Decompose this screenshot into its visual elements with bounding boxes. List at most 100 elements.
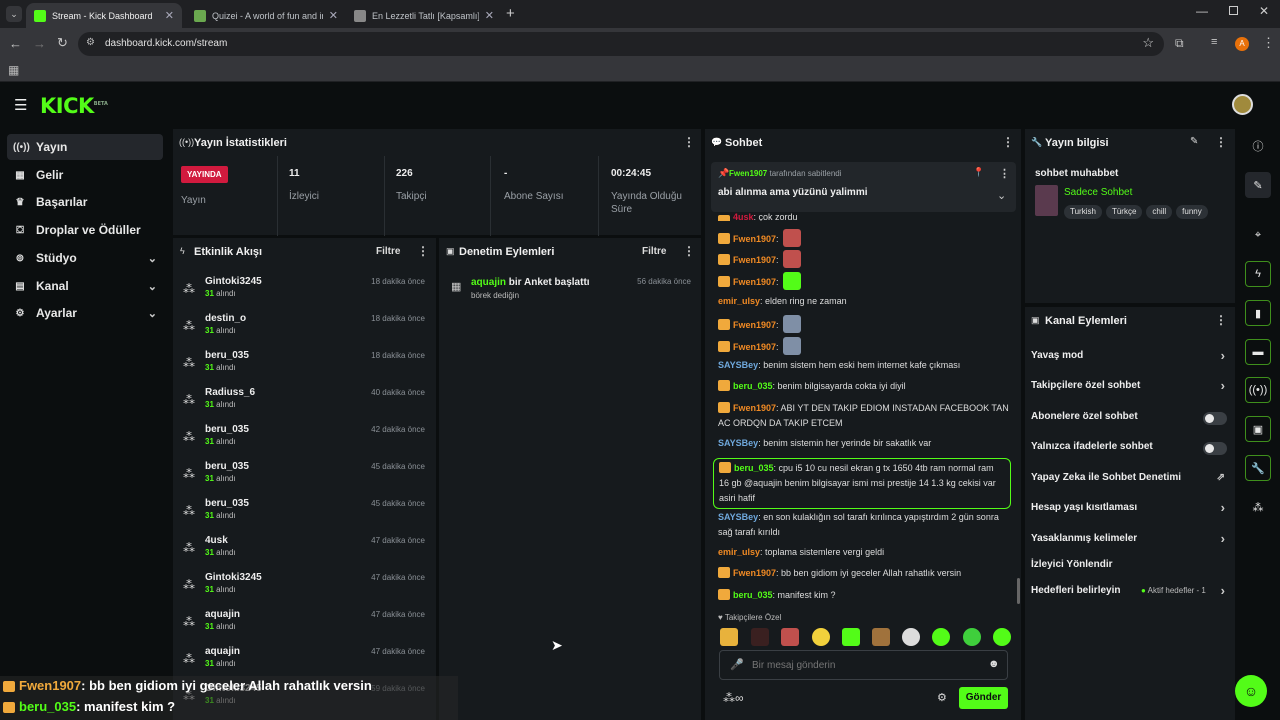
kick-logo[interactable]: KICKBETA: [40, 94, 108, 118]
profile-avatar[interactable]: A: [1235, 37, 1249, 51]
event-username[interactable]: aquajin: [205, 646, 240, 657]
subscribers-chat-toggle[interactable]: [1203, 412, 1227, 425]
focus-icon[interactable]: ⌖: [1245, 222, 1271, 248]
channel-action-banned-words[interactable]: Yasaklanmış kelimeler ›: [1031, 531, 1227, 553]
reload-icon[interactable]: ↻: [57, 35, 68, 51]
channel-action-followers-chat[interactable]: Takipçilere özel sohbet ›: [1031, 378, 1227, 400]
moderation-actor[interactable]: aquajin: [471, 277, 506, 288]
chat-input-box[interactable]: 🎤 ☻: [719, 650, 1008, 680]
emote-icon[interactable]: [872, 628, 890, 646]
apps-grid-icon[interactable]: ▦: [8, 63, 19, 77]
chat-username[interactable]: beru_035: [733, 381, 773, 391]
support-chat-button[interactable]: ☺: [1235, 675, 1267, 707]
emote-icon[interactable]: [932, 628, 950, 646]
unpin-icon[interactable]: 📍: [973, 167, 984, 178]
chat-username[interactable]: beru_035: [733, 590, 773, 600]
edit-icon[interactable]: ✎: [1245, 172, 1271, 198]
chat-panel-icon[interactable]: ▬: [1245, 339, 1271, 365]
pinned-by-user[interactable]: Fwen1907: [729, 169, 767, 178]
chat-username[interactable]: Fwen1907: [733, 234, 776, 244]
channel-actions-menu-icon[interactable]: ⋮: [1215, 313, 1227, 327]
channel-action-slow-mode[interactable]: Yavaş mod ›: [1031, 348, 1227, 370]
chevron-down-icon[interactable]: ⌄: [997, 189, 1006, 202]
sidebar-item-yayin[interactable]: ((•)) Yayın: [7, 134, 163, 160]
event-username[interactable]: beru_035: [205, 498, 249, 509]
event-username[interactable]: Radiuss_6: [205, 387, 255, 398]
broadcast-panel-icon[interactable]: ((•)): [1245, 377, 1271, 403]
event-username[interactable]: Gintoki3245: [205, 572, 262, 583]
new-tab-button[interactable]: +: [506, 5, 515, 22]
extensions-icon[interactable]: ⧉: [1175, 36, 1184, 51]
close-tab-icon[interactable]: ✕: [485, 9, 494, 22]
microphone-icon[interactable]: 🎤: [730, 658, 744, 671]
category-thumbnail[interactable]: [1035, 185, 1058, 216]
close-tab-icon[interactable]: ✕: [165, 9, 174, 22]
emoji-picker-icon[interactable]: ☻: [988, 658, 1000, 670]
back-icon[interactable]: ←: [9, 36, 22, 51]
event-username[interactable]: beru_035: [205, 350, 249, 361]
event-username[interactable]: aquajin: [205, 609, 240, 620]
pinned-menu-icon[interactable]: ⋮: [999, 167, 1010, 180]
browser-tab[interactable]: Quizei - A world of fun and inte ✕: [186, 3, 346, 28]
clipboard-panel-icon[interactable]: ▮: [1245, 300, 1271, 326]
site-info-icon[interactable]: ⚙: [86, 37, 95, 48]
emote-icon[interactable]: [963, 628, 981, 646]
stream-info-menu-icon[interactable]: ⋮: [1215, 135, 1227, 149]
emote-icon[interactable]: [751, 628, 769, 646]
chat-username[interactable]: Fwen1907: [733, 403, 776, 413]
chat-scrollbar[interactable]: [1017, 578, 1020, 604]
chat-message-input[interactable]: [752, 657, 972, 674]
forward-icon[interactable]: →: [33, 36, 46, 51]
points-icon[interactable]: ⁂: [1245, 494, 1271, 520]
activity-filter-button[interactable]: Filtre: [376, 246, 400, 257]
emote-icon[interactable]: [993, 628, 1011, 646]
channel-action-goals[interactable]: Hedefleri belirleyin ● Aktif hedefler - …: [1031, 583, 1227, 605]
event-username[interactable]: 4usk: [205, 535, 228, 546]
channel-action-subscribers-chat[interactable]: Abonelere özel sohbet: [1031, 411, 1227, 431]
stats-menu-icon[interactable]: ⋮: [683, 135, 695, 149]
tag-pill[interactable]: funny: [1176, 205, 1208, 219]
event-username[interactable]: beru_035: [205, 461, 249, 472]
chat-username[interactable]: Fwen1907: [733, 342, 776, 352]
media-icon[interactable]: ≡: [1211, 36, 1217, 48]
emote-icon[interactable]: [842, 628, 860, 646]
event-username[interactable]: beru_035: [205, 424, 249, 435]
address-bar[interactable]: ⚙ dashboard.kick.com/stream ☆: [78, 32, 1164, 56]
chat-menu-icon[interactable]: ⋮: [1002, 135, 1014, 149]
kick-points-icon[interactable]: ⁂∞: [723, 691, 744, 705]
wrench-panel-icon[interactable]: 🔧: [1245, 455, 1271, 481]
moderation-filter-button[interactable]: Filtre: [642, 246, 666, 257]
chat-username[interactable]: SAYSBey: [718, 512, 758, 522]
chat-username[interactable]: emir_ulsy: [718, 296, 760, 306]
restore-icon[interactable]: [1229, 6, 1238, 15]
chat-username[interactable]: Fwen1907: [733, 255, 776, 265]
tag-pill[interactable]: chill: [1146, 205, 1173, 219]
moderation-menu-icon[interactable]: ⋮: [683, 244, 695, 258]
user-avatar[interactable]: [1232, 94, 1253, 115]
event-username[interactable]: Gintoki3245: [205, 276, 262, 287]
sidebar-item-ayarlar[interactable]: ⚙ Ayarlar ⌄: [7, 300, 163, 326]
hamburger-menu-icon[interactable]: ☰: [14, 96, 27, 114]
chat-settings-icon[interactable]: ⚙: [937, 691, 947, 704]
sidebar-item-droplar[interactable]: ⛋ Droplar ve Ödüller: [7, 217, 163, 243]
edit-pencil-icon[interactable]: ✎: [1190, 136, 1198, 147]
tab-search-button[interactable]: ⌄: [6, 6, 22, 22]
emote-icon[interactable]: [720, 628, 738, 646]
emote-only-toggle[interactable]: [1203, 442, 1227, 455]
chat-username[interactable]: SAYSBey: [718, 438, 758, 448]
channel-action-ai-moderation[interactable]: Yapay Zeka ile Sohbet Denetimi ⇗: [1031, 472, 1227, 492]
channel-action-raid[interactable]: İzleyici Yönlendir: [1031, 559, 1227, 579]
bookmark-star-icon[interactable]: ☆: [1142, 35, 1154, 51]
minimize-icon[interactable]: —: [1196, 4, 1208, 18]
emote-icon[interactable]: [781, 628, 799, 646]
pinned-message[interactable]: 📌 Fwen1907 tarafından sabitlendi abi alı…: [711, 162, 1016, 212]
channel-action-emote-only[interactable]: Yalnızca ifadelerle sohbet: [1031, 441, 1227, 461]
chat-username[interactable]: 4usk: [733, 212, 754, 221]
moderation-panel-icon[interactable]: ▣: [1245, 416, 1271, 442]
emote-icon[interactable]: [902, 628, 920, 646]
chat-username[interactable]: beru_035: [734, 463, 774, 473]
sidebar-item-studyo[interactable]: ⊚ Stüdyo ⌄: [7, 245, 163, 271]
chat-username[interactable]: emir_ulsy: [718, 547, 760, 557]
sidebar-item-gelir[interactable]: ▦ Gelir: [7, 162, 163, 188]
browser-menu-icon[interactable]: ⋮: [1262, 35, 1275, 51]
